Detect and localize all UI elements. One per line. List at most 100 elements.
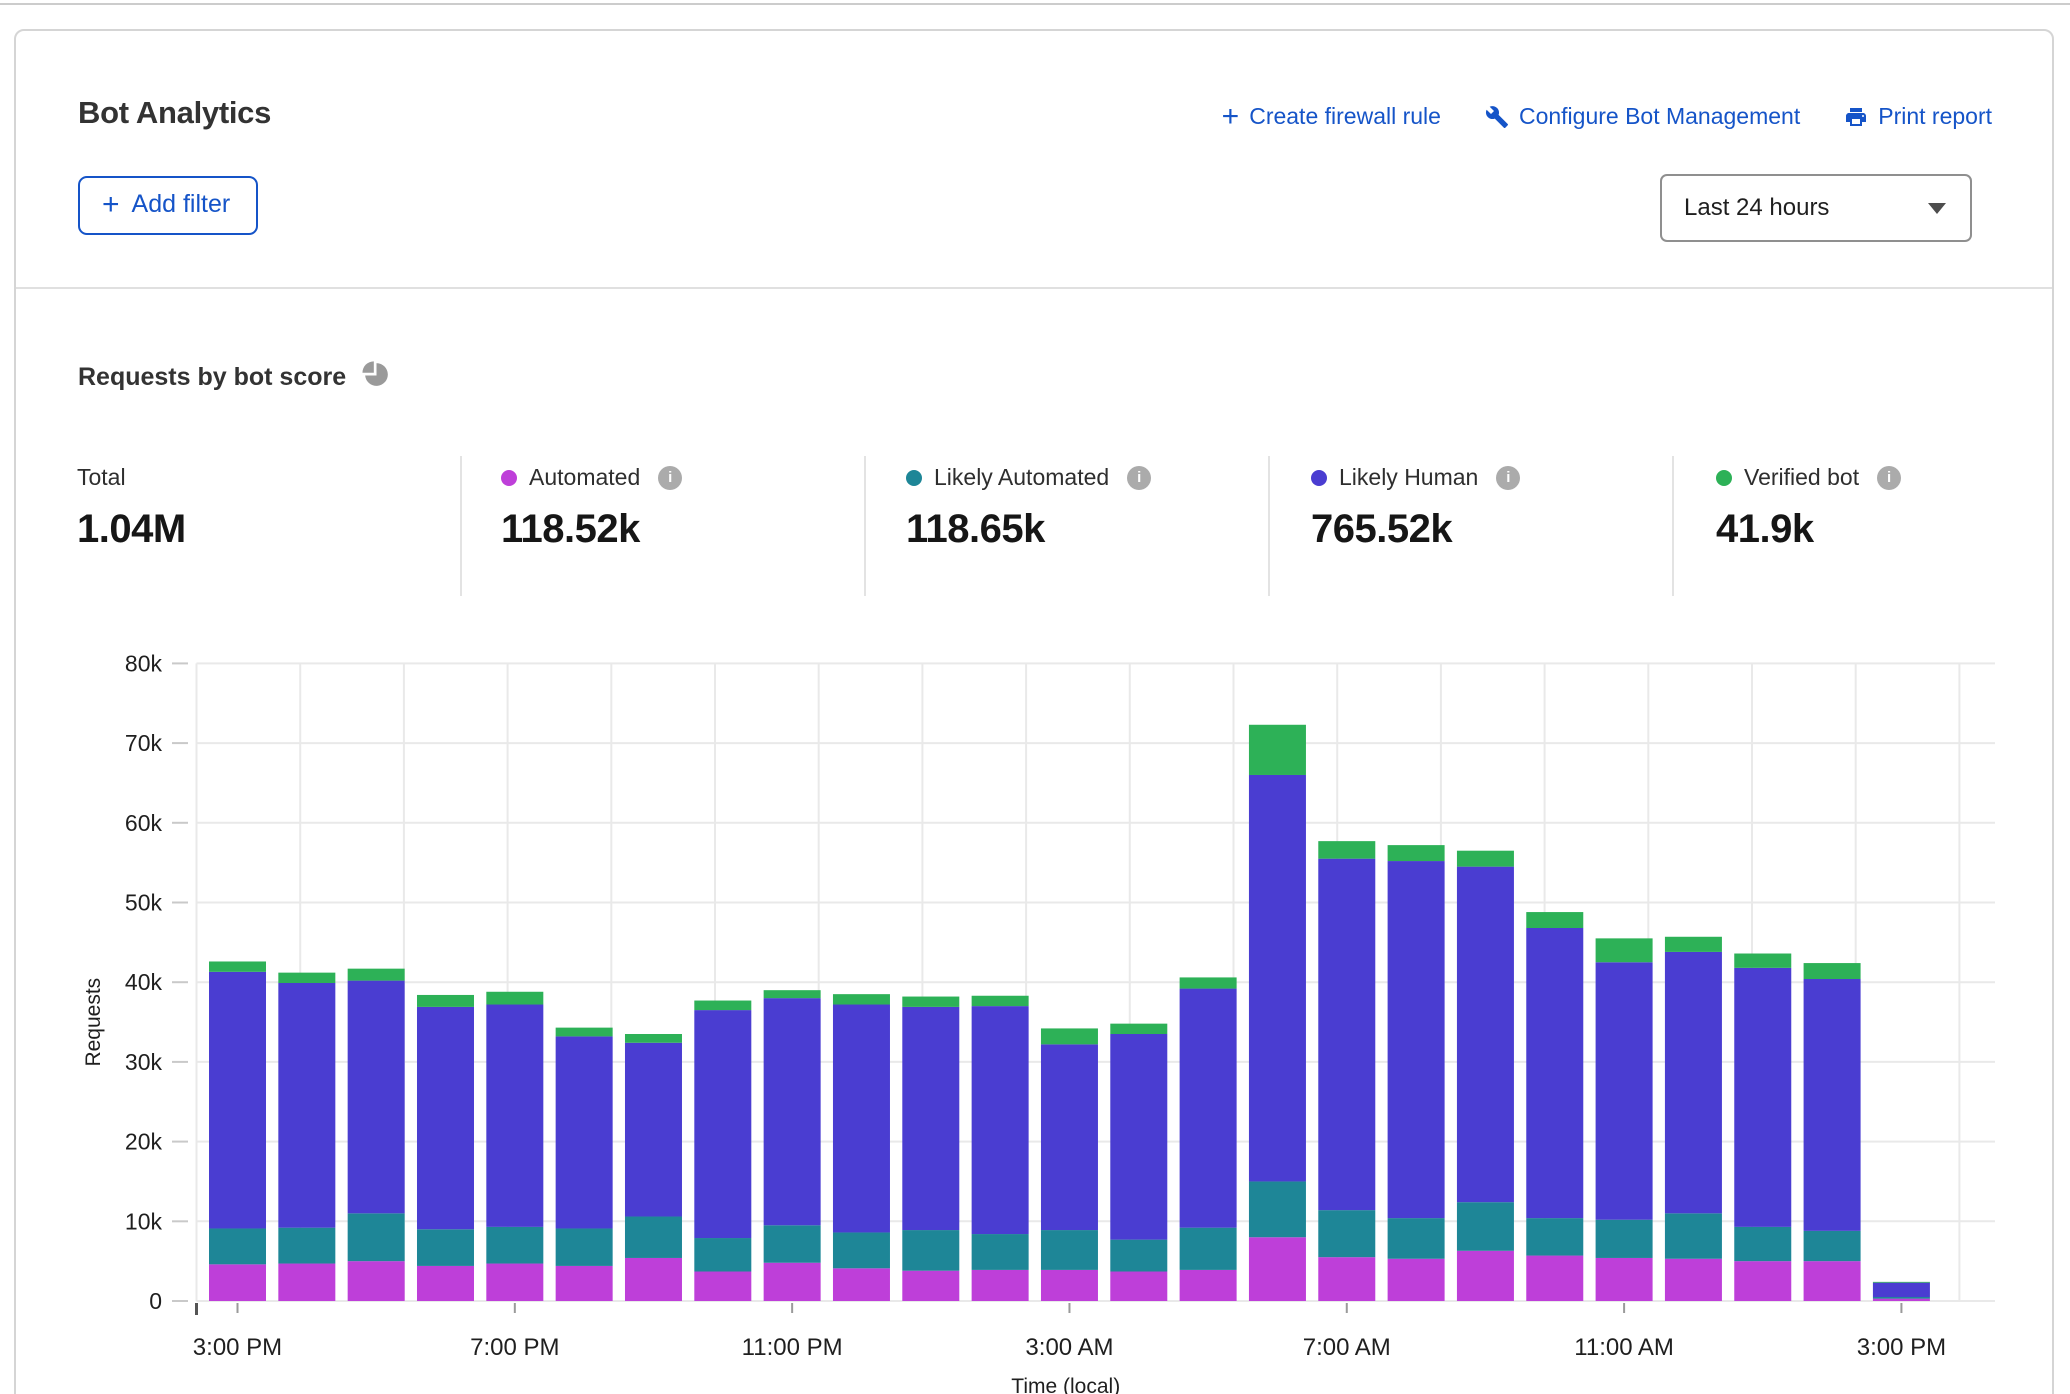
- bar-7-00-pm[interactable]: [486, 992, 543, 1301]
- bar-segment-likely-automated[interactable]: [625, 1217, 682, 1258]
- bar-segment-likely-automated[interactable]: [833, 1232, 890, 1268]
- bar-segment-likely-automated[interactable]: [694, 1238, 751, 1271]
- bar-segment-likely-automated[interactable]: [348, 1213, 405, 1261]
- bar-segment-likely-automated[interactable]: [1110, 1240, 1167, 1272]
- bar-segment-likely-human[interactable]: [764, 998, 821, 1225]
- bar-segment-likely-human[interactable]: [209, 972, 266, 1229]
- bar-segment-automated[interactable]: [1734, 1261, 1791, 1301]
- bar-9-00-am[interactable]: [1457, 851, 1514, 1301]
- bar-segment-verified-bot[interactable]: [1873, 1282, 1930, 1283]
- bar-segment-likely-human[interactable]: [694, 1010, 751, 1238]
- bar-segment-verified-bot[interactable]: [1041, 1028, 1098, 1044]
- bar-segment-likely-human[interactable]: [902, 1007, 959, 1230]
- bar-segment-automated[interactable]: [1249, 1237, 1306, 1301]
- bar-segment-automated[interactable]: [764, 1263, 821, 1301]
- bar-segment-verified-bot[interactable]: [1665, 937, 1722, 952]
- bar-segment-verified-bot[interactable]: [1734, 954, 1791, 968]
- bar-segment-likely-human[interactable]: [1734, 968, 1791, 1227]
- bar-2-00-am[interactable]: [972, 996, 1029, 1301]
- bar-segment-likely-automated[interactable]: [1526, 1218, 1583, 1255]
- bar-6-00-pm[interactable]: [417, 995, 474, 1301]
- bar-segment-verified-bot[interactable]: [764, 990, 821, 998]
- time-range-select[interactable]: Last 24 hours: [1660, 174, 1972, 242]
- bar-segment-likely-human[interactable]: [625, 1043, 682, 1217]
- bar-segment-likely-human[interactable]: [1665, 952, 1722, 1213]
- bar-segment-likely-automated[interactable]: [1318, 1210, 1375, 1257]
- bar-segment-likely-human[interactable]: [833, 1005, 890, 1233]
- bar-segment-automated[interactable]: [417, 1266, 474, 1301]
- bar-segment-verified-bot[interactable]: [625, 1034, 682, 1043]
- bar-segment-verified-bot[interactable]: [694, 1001, 751, 1011]
- bar-segment-automated[interactable]: [278, 1264, 335, 1301]
- bar-segment-automated[interactable]: [486, 1264, 543, 1301]
- bar-segment-likely-human[interactable]: [1526, 928, 1583, 1218]
- bar-segment-likely-human[interactable]: [1388, 861, 1445, 1218]
- bar-segment-automated[interactable]: [694, 1272, 751, 1301]
- bar-segment-likely-human[interactable]: [348, 981, 405, 1214]
- bar-segment-automated[interactable]: [1457, 1251, 1514, 1301]
- bar-segment-likely-human[interactable]: [1318, 859, 1375, 1210]
- bar-10-00-pm[interactable]: [694, 1001, 751, 1301]
- bar-segment-likely-human[interactable]: [1041, 1044, 1098, 1230]
- bar-11-00-am[interactable]: [1596, 938, 1653, 1301]
- bar-segment-likely-automated[interactable]: [556, 1228, 613, 1265]
- bar-segment-verified-bot[interactable]: [1388, 845, 1445, 861]
- print-report-link[interactable]: Print report: [1844, 103, 1992, 130]
- bar-4-00-pm[interactable]: [278, 973, 335, 1301]
- create-firewall-rule-link[interactable]: + Create firewall rule: [1222, 103, 1441, 130]
- bar-segment-likely-human[interactable]: [417, 1007, 474, 1229]
- info-icon[interactable]: i: [1496, 466, 1520, 490]
- bar-segment-likely-human[interactable]: [556, 1036, 613, 1228]
- bar-3-00-pm[interactable]: [1873, 1282, 1930, 1301]
- info-icon[interactable]: i: [1877, 466, 1901, 490]
- bar-segment-verified-bot[interactable]: [1804, 963, 1861, 979]
- bar-8-00-pm[interactable]: [556, 1028, 613, 1301]
- bar-segment-verified-bot[interactable]: [1110, 1024, 1167, 1034]
- bar-segment-likely-automated[interactable]: [1457, 1202, 1514, 1251]
- bar-5-00-pm[interactable]: [348, 969, 405, 1301]
- bar-segment-likely-automated[interactable]: [1665, 1213, 1722, 1258]
- bar-segment-verified-bot[interactable]: [1596, 938, 1653, 962]
- configure-bot-management-link[interactable]: Configure Bot Management: [1485, 103, 1800, 130]
- bar-segment-verified-bot[interactable]: [1318, 841, 1375, 859]
- bar-1-00-pm[interactable]: [1734, 954, 1791, 1301]
- bar-segment-likely-human[interactable]: [1110, 1034, 1167, 1240]
- bar-segment-automated[interactable]: [1041, 1270, 1098, 1301]
- bar-segment-likely-automated[interactable]: [278, 1228, 335, 1264]
- bar-5-00-am[interactable]: [1180, 977, 1237, 1301]
- bar-segment-automated[interactable]: [1873, 1299, 1930, 1301]
- bar-segment-likely-human[interactable]: [278, 983, 335, 1228]
- bar-segment-likely-automated[interactable]: [417, 1229, 474, 1266]
- bar-8-00-am[interactable]: [1388, 845, 1445, 1301]
- bar-10-00-am[interactable]: [1526, 912, 1583, 1301]
- bar-segment-likely-automated[interactable]: [1388, 1218, 1445, 1259]
- bar-2-00-pm[interactable]: [1804, 963, 1861, 1301]
- bar-4-00-am[interactable]: [1110, 1024, 1167, 1301]
- bar-segment-verified-bot[interactable]: [486, 992, 543, 1005]
- bar-1-00-am[interactable]: [902, 997, 959, 1301]
- bar-12-00-pm[interactable]: [1665, 937, 1722, 1301]
- bar-segment-automated[interactable]: [1388, 1259, 1445, 1301]
- bar-segment-likely-automated[interactable]: [1873, 1297, 1930, 1299]
- bar-segment-likely-human[interactable]: [1180, 989, 1237, 1228]
- bar-segment-likely-automated[interactable]: [1249, 1181, 1306, 1237]
- bar-segment-likely-human[interactable]: [1249, 775, 1306, 1181]
- bar-segment-automated[interactable]: [1596, 1258, 1653, 1301]
- bar-segment-verified-bot[interactable]: [1249, 725, 1306, 775]
- bar-segment-automated[interactable]: [1318, 1257, 1375, 1301]
- bar-segment-automated[interactable]: [833, 1268, 890, 1301]
- bar-segment-likely-human[interactable]: [1596, 962, 1653, 1219]
- bar-segment-likely-automated[interactable]: [972, 1234, 1029, 1270]
- info-icon[interactable]: i: [658, 466, 682, 490]
- add-filter-button[interactable]: + Add filter: [78, 176, 258, 235]
- bar-segment-verified-bot[interactable]: [209, 961, 266, 971]
- bar-segment-likely-automated[interactable]: [486, 1227, 543, 1264]
- bar-segment-automated[interactable]: [556, 1266, 613, 1301]
- bar-segment-likely-human[interactable]: [1804, 979, 1861, 1231]
- bar-segment-likely-human[interactable]: [1457, 867, 1514, 1203]
- bar-segment-likely-automated[interactable]: [1180, 1228, 1237, 1270]
- bar-segment-automated[interactable]: [972, 1270, 1029, 1301]
- bar-7-00-am[interactable]: [1318, 841, 1375, 1301]
- bar-segment-automated[interactable]: [902, 1271, 959, 1301]
- bar-segment-likely-automated[interactable]: [1041, 1230, 1098, 1270]
